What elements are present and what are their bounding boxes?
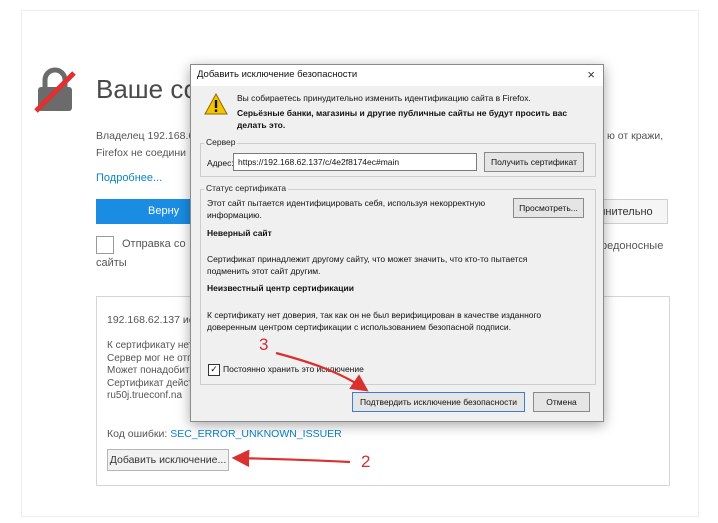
error-code-link[interactable]: SEC_ERROR_UNKNOWN_ISSUER: [170, 428, 342, 440]
advanced-details: К сертификату нет Сервер мог не отп Може…: [107, 340, 194, 401]
report-checkbox[interactable]: [96, 236, 114, 254]
status-text: Этот сайт пытается идентифицировать себя…: [207, 198, 486, 220]
unknown-ca-text: К сертификату нет доверия, так как он не…: [207, 310, 542, 332]
address-input[interactable]: https://192.168.62.137/c/4e2f8174ec#main: [233, 153, 477, 171]
address-label: Адрес:: [207, 158, 234, 168]
warning-triangle-icon: [204, 93, 228, 115]
broken-lock-icon: [34, 67, 76, 113]
server-group-label: Сервер: [204, 137, 238, 147]
report-label-right: редоносные: [601, 240, 664, 252]
wrong-site-title: Неверный сайт: [207, 228, 272, 238]
close-icon[interactable]: ×: [587, 65, 595, 85]
dialog-titlebar: Добавить исключение безопасности ×: [191, 65, 603, 86]
report-label: Отправка со: [122, 238, 186, 250]
step-2-label: 2: [361, 452, 371, 471]
cancel-button[interactable]: Отмена: [533, 392, 590, 412]
view-certificate-button[interactable]: Просмотреть...: [513, 198, 584, 218]
confirm-exception-button[interactable]: Подтвердить исключение безопасности: [352, 392, 525, 412]
learn-more-link[interactable]: Подробнее...: [96, 172, 162, 184]
permanent-exception-label: Постоянно хранить это исключение: [223, 364, 364, 374]
add-exception-button[interactable]: Добавить исключение...: [107, 449, 229, 471]
intro-text-right: ю от кражи,: [607, 130, 664, 142]
unknown-ca-title: Неизвестный центр сертификации: [207, 283, 354, 293]
advanced-host-text: 192.168.62.137 ис: [107, 314, 195, 326]
page-title: Ваше со: [96, 74, 199, 104]
step-3-label: 3: [259, 335, 269, 354]
get-certificate-button[interactable]: Получить сертификат: [484, 152, 584, 172]
status-group-label: Статус сертификата: [204, 183, 289, 193]
warning-bold-text: Серьёзные банки, магазины и другие публи…: [237, 108, 568, 130]
intro-text: Владелец 192.168.6 Firefox не соедини: [96, 130, 195, 159]
add-security-exception-dialog: Добавить исключение безопасности × Вы со…: [190, 64, 604, 422]
warning-text: Вы собираетесь принудительно изменить ид…: [237, 93, 531, 103]
dialog-title: Добавить исключение безопасности: [197, 69, 358, 80]
report-label-line2: сайты: [96, 257, 127, 269]
wrong-site-text: Сертификат принадлежит другому сайту, чт…: [207, 254, 528, 276]
error-code-line: Код ошибки: SEC_ERROR_UNKNOWN_ISSUER: [107, 428, 342, 440]
permanent-exception-checkbox[interactable]: ✓: [208, 364, 220, 376]
